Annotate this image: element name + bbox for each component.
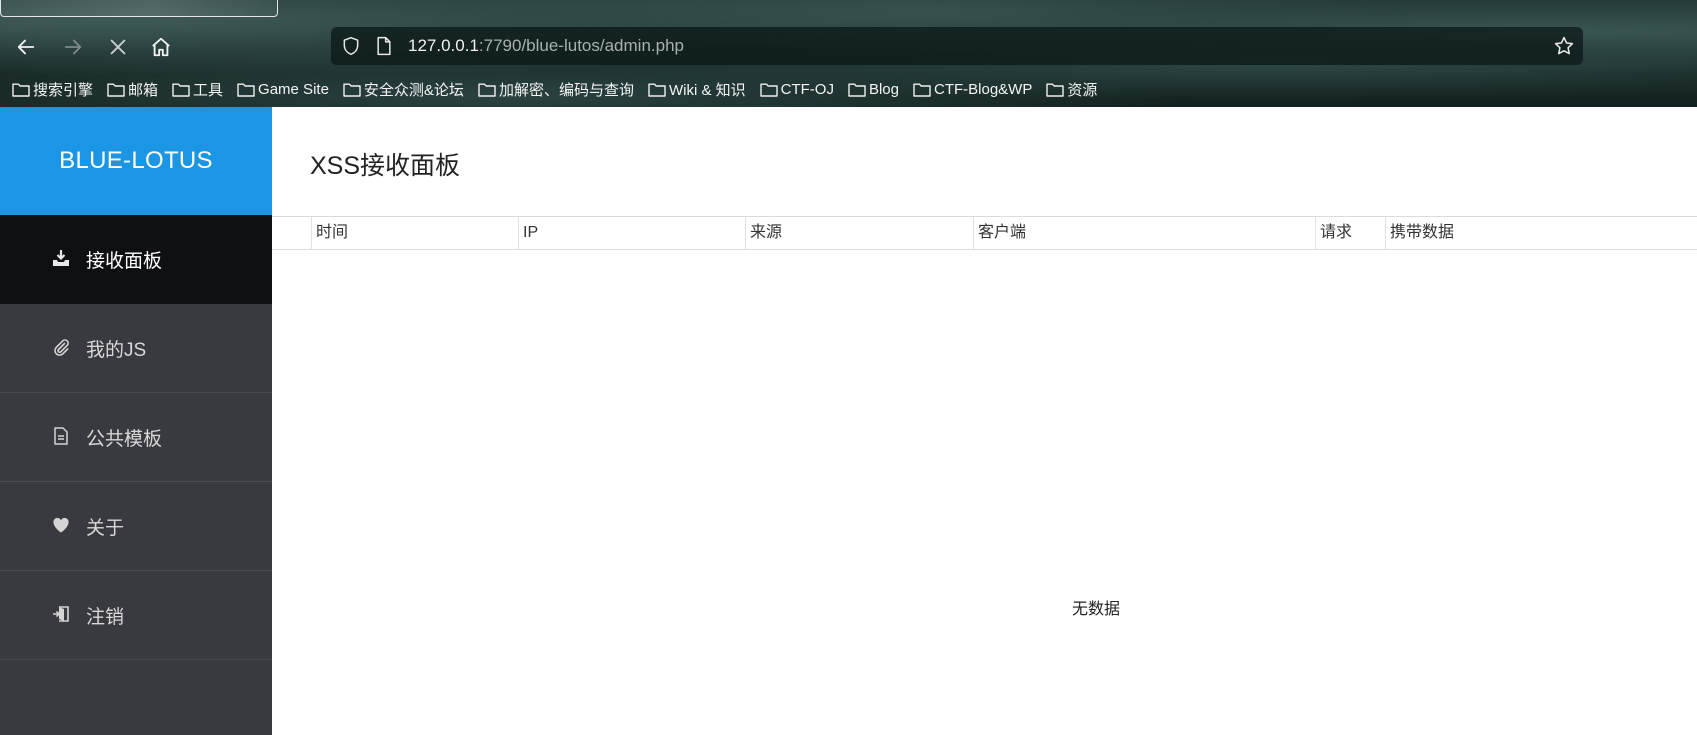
folder-icon: [343, 83, 361, 97]
folder-icon: [172, 83, 190, 97]
bookmark-folder[interactable]: CTF-OJ: [759, 80, 834, 98]
bookmark-folder[interactable]: Game Site: [237, 81, 329, 98]
star-icon[interactable]: [1553, 35, 1575, 57]
sidebar-item-public-templates[interactable]: 公共模板: [0, 393, 272, 482]
url-host: 127.0.0.1: [408, 36, 479, 55]
bookmark-label: 安全众测&论坛: [363, 81, 464, 99]
bookmark-folder[interactable]: 搜索引擎: [12, 79, 93, 100]
bookmark-label: Wiki & 知识: [668, 81, 746, 99]
arrow-right-icon: [64, 39, 82, 55]
bookmark-label: 资源: [1067, 81, 1098, 99]
bookmark-folder[interactable]: 工具: [172, 79, 223, 100]
browser-chrome: 127.0.0.1:7790/blue-lutos/admin.php 搜索引擎…: [0, 0, 1697, 107]
paperclip-icon: [52, 338, 70, 356]
folder-icon: [12, 83, 30, 97]
column-header-client[interactable]: 客户端: [973, 217, 1315, 249]
sidebar: BLUE-LOTUS 接收面板 我的JS 公共模板 关于 注销: [0, 107, 272, 735]
sidebar-item-logout[interactable]: 注销: [0, 571, 272, 660]
address-bar[interactable]: 127.0.0.1:7790/blue-lutos/admin.php: [331, 27, 1583, 65]
bookmark-label: CTF-OJ: [780, 80, 834, 98]
browser-tab[interactable]: [0, 0, 278, 17]
back-button[interactable]: [12, 33, 40, 61]
folder-icon: [913, 83, 931, 97]
heart-icon: [52, 516, 70, 534]
folder-icon: [848, 83, 866, 97]
folder-icon: [648, 83, 666, 97]
url-path: :7790/blue-lutos/admin.php: [478, 36, 684, 55]
folder-icon: [1046, 83, 1065, 97]
bookmark-folder[interactable]: 安全众测&论坛: [343, 79, 464, 100]
bookmark-label: Game Site: [258, 80, 329, 98]
bookmark-folder[interactable]: CTF-Blog&WP: [913, 81, 1032, 98]
bookmark-label: Blog: [868, 80, 899, 98]
home-button[interactable]: [147, 33, 175, 61]
close-icon: [110, 39, 126, 55]
logout-icon: [52, 605, 70, 623]
arrow-left-icon: [17, 39, 35, 55]
shield-icon[interactable]: [341, 36, 361, 56]
bookmark-label: CTF-Blog&WP: [933, 80, 1033, 98]
bookmark-folder[interactable]: Wiki & 知识: [648, 79, 746, 100]
forward-button[interactable]: [59, 33, 87, 61]
document-icon: [52, 427, 70, 445]
stop-button[interactable]: [104, 33, 132, 61]
column-header-data[interactable]: 携带数据: [1385, 217, 1697, 249]
sidebar-item-label: 接收面板: [86, 250, 163, 272]
sidebar-item-label: 关于: [86, 517, 125, 539]
table-header: 时间 IP 来源 客户端 请求 携带数据: [272, 216, 1697, 250]
bookmark-label: 邮箱: [128, 81, 159, 99]
bookmark-folder[interactable]: 资源: [1046, 79, 1097, 100]
folder-icon: [759, 83, 778, 97]
folder-icon: [478, 83, 496, 97]
column-header-time[interactable]: 时间: [311, 217, 518, 249]
sidebar-item-receive-panel[interactable]: 接收面板: [0, 215, 272, 304]
bookmark-folder[interactable]: Blog: [848, 81, 899, 98]
column-header-source[interactable]: 来源: [745, 217, 973, 249]
bookmark-label: 工具: [193, 81, 224, 99]
url-text[interactable]: 127.0.0.1:7790/blue-lutos/admin.php: [408, 36, 684, 56]
bookmarks-bar: 搜索引擎 邮箱 工具 Game Site 安全众测&论坛 加解密、编码与查询 Wiki & …: [12, 78, 1111, 100]
main-panel: XSS接收面板 时间 IP 来源 客户端 请求 携带数据 无数据: [272, 107, 1697, 735]
empty-state-text: 无数据: [1072, 601, 1121, 618]
sidebar-item-label: 注销: [86, 606, 125, 628]
page-icon[interactable]: [375, 36, 393, 56]
folder-icon: [107, 83, 125, 97]
sidebar-item-my-js[interactable]: 我的JS: [0, 304, 272, 393]
sidebar-item-label: 公共模板: [86, 428, 163, 450]
bookmark-folder[interactable]: 加解密、编码与查询: [478, 79, 634, 100]
download-tray-icon: [52, 249, 70, 267]
folder-icon: [237, 83, 255, 97]
bookmark-label: 加解密、编码与查询: [498, 81, 634, 99]
column-header-request[interactable]: 请求: [1315, 217, 1385, 249]
brand-logo[interactable]: BLUE-LOTUS: [0, 107, 272, 215]
home-icon: [152, 37, 170, 57]
column-header-ip[interactable]: IP: [518, 217, 745, 249]
page-title: XSS接收面板: [310, 152, 461, 180]
bookmark-label: 搜索引擎: [33, 81, 94, 99]
sidebar-item-about[interactable]: 关于: [0, 482, 272, 571]
sidebar-item-label: 我的JS: [86, 339, 147, 361]
bookmark-folder[interactable]: 邮箱: [107, 79, 158, 100]
